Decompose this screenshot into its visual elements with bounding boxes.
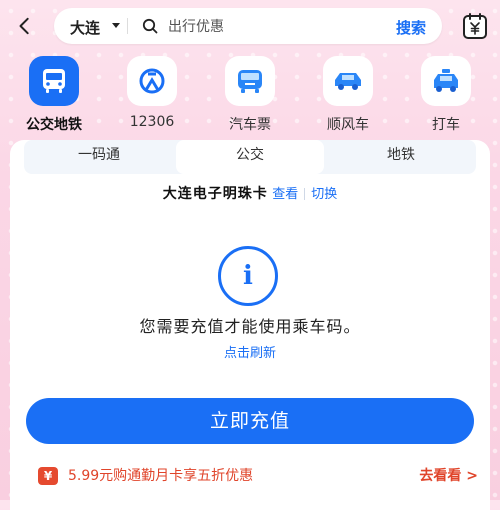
recharge-message: 您需要充值才能使用乘车码。 [139,317,361,336]
city-selector[interactable]: 大连 [70,17,100,38]
category-label: 打车 [432,117,460,133]
search-button[interactable]: 搜索 [396,17,426,38]
info-glyph: i [243,261,253,291]
caret-down-icon [112,23,120,28]
car-icon [323,56,373,106]
category-label: 公交地铁 [26,117,82,133]
category-label: 顺风车 [327,117,369,133]
taxi-icon [421,56,471,106]
category-carpool[interactable]: 顺风车 [308,56,388,134]
top-bar: 大连 搜索 [0,0,500,54]
promo-banner[interactable]: ¥ 5.99元购通勤月卡享五折优惠 去看看 > [38,466,478,488]
train-logo-icon [127,56,177,106]
promo-link[interactable]: 去看看 > [419,466,478,486]
refresh-link[interactable]: 点击刷新 [10,342,490,361]
bus-icon [29,56,79,106]
category-taxi[interactable]: 打车 [406,56,486,134]
tab-one-code[interactable]: 一码通 [24,140,174,174]
category-label: 汽车票 [229,117,271,133]
search-icon [142,18,158,34]
coach-icon [225,56,275,106]
category-coach-ticket[interactable]: 汽车票 [210,56,290,134]
tab-bar: 一码通 公交 地铁 [24,140,476,174]
card-name: 大连电子明珠卡 [162,186,268,202]
ride-code-card: 一码通 公交 地铁 大连电子明珠卡 查看 切换 i 您需要充值才能使用乘车码。 点… [10,140,490,510]
category-bus-metro[interactable]: 公交地铁 [14,56,94,134]
tab-bus[interactable]: 公交 [176,140,324,174]
back-button[interactable] [12,13,38,39]
divider [304,188,306,200]
info-icon: i [218,246,278,306]
tab-metro[interactable]: 地铁 [326,140,476,174]
yuan-coupon-icon: ¥ [38,467,58,485]
divider [127,18,128,34]
recharge-now-button[interactable]: 立即充值 [26,398,474,444]
coupon-calendar-icon[interactable] [462,12,488,40]
category-label: 12306 [129,114,175,130]
promo-text: 5.99元购通勤月卡享五折优惠 [68,468,254,484]
search-input[interactable] [166,15,390,39]
search-bar: 大连 搜索 [54,8,442,44]
switch-card-link[interactable]: 切换 [311,187,337,202]
chevron-left-icon [19,17,29,35]
category-12306[interactable]: 12306 [112,56,192,130]
transport-categories: 公交地铁 12306 汽车票 顺风车 打车 [0,56,500,133]
view-card-link[interactable]: 查看 [272,187,298,202]
card-name-row: 大连电子明珠卡 查看 切换 [10,183,490,203]
